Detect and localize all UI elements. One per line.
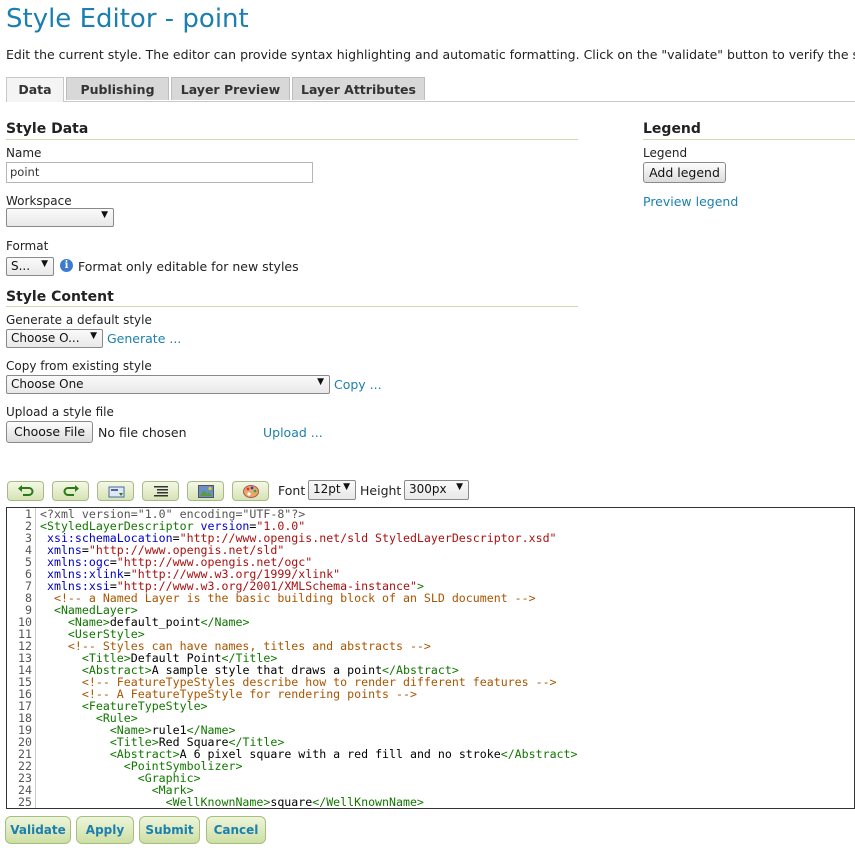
palette-icon (243, 485, 259, 498)
name-label: Name (6, 146, 42, 160)
tab-layer-attributes[interactable]: Layer Attributes (292, 77, 425, 100)
chevron-down-icon: ▼ (317, 377, 324, 387)
tab-publishing[interactable]: Publishing (66, 77, 169, 100)
generate-style-select[interactable]: Choose O... ▼ (6, 329, 103, 348)
chevron-down-icon: ▼ (41, 259, 48, 269)
chevron-down-icon: ▼ (456, 482, 463, 492)
chevron-down-icon: ▼ (101, 210, 108, 220)
section-divider (6, 139, 578, 140)
submit-button[interactable]: Submit (139, 816, 200, 844)
reindent-icon (154, 486, 168, 497)
code-line: <WellKnownName>square</WellKnownName> (40, 796, 578, 808)
line-number: 25 (18, 795, 32, 809)
page-title: Style Editor - point (6, 4, 249, 34)
format-select[interactable]: S... ▼ (6, 257, 54, 276)
upload-link[interactable]: Upload ... (263, 425, 323, 440)
page-description: Edit the current style. The editor can p… (6, 47, 855, 62)
image-button[interactable] (187, 481, 224, 501)
section-divider (6, 306, 578, 307)
search-replace-icon (108, 486, 125, 498)
height-label: Height (360, 483, 402, 498)
add-legend-button[interactable]: Add legend (643, 162, 726, 183)
undo-button[interactable] (7, 481, 44, 501)
line-number-gutter: 1 2 3 4 5 6 7 8 9 10 11 12 13 14 15 16 17 18 19 20 21 22 23 24 2… (7, 508, 36, 808)
font-label: Font (278, 483, 306, 498)
code-token: </Abstract> (500, 747, 578, 761)
font-size-select[interactable]: 12pt ▼ (308, 480, 356, 500)
redo-icon (63, 485, 79, 496)
height-value: 300px (409, 482, 447, 496)
font-size-value: 12pt (313, 482, 341, 496)
style-content-heading: Style Content (6, 289, 114, 305)
workspace-label: Workspace (6, 194, 72, 208)
redo-button[interactable] (52, 481, 89, 501)
copy-style-select[interactable]: Choose One ▼ (6, 375, 330, 394)
palette-button[interactable] (232, 481, 269, 501)
cancel-button[interactable]: Cancel (206, 816, 266, 844)
format-value: S... (11, 259, 31, 273)
chevron-down-icon: ▼ (90, 331, 97, 341)
legend-label: Legend (643, 146, 688, 160)
section-divider (643, 139, 855, 140)
workspace-select[interactable]: ▼ (6, 208, 114, 227)
upload-label: Upload a style file (6, 405, 114, 419)
format-note: Format only editable for new styles (78, 259, 299, 274)
search-replace-button[interactable] (97, 481, 134, 501)
generate-label: Generate a default style (6, 313, 152, 327)
info-icon: i (60, 259, 73, 272)
code-token: </Name> (200, 615, 250, 629)
apply-button[interactable]: Apply (76, 816, 134, 844)
legend-heading: Legend (643, 121, 701, 137)
code-content[interactable]: <?xml version="1.0" encoding="UTF-8"?> <S… (40, 508, 578, 808)
style-data-heading: Style Data (6, 121, 89, 137)
code-token: square (270, 795, 313, 809)
generate-link[interactable]: Generate ... (107, 331, 181, 346)
code-token: </WellKnownName> (312, 795, 424, 809)
code-token: <WellKnownName> (165, 795, 271, 809)
image-icon (198, 485, 214, 498)
preview-legend-link[interactable]: Preview legend (643, 194, 738, 209)
validate-button[interactable]: Validate (5, 816, 71, 844)
generate-style-value: Choose O... (11, 331, 80, 345)
choose-file-button[interactable]: Choose File (6, 421, 93, 443)
name-field[interactable]: point (6, 162, 313, 183)
copy-link[interactable]: Copy ... (334, 377, 382, 392)
tab-bar: Data Publishing Layer Preview Layer Attr… (6, 77, 855, 102)
no-file-text: No file chosen (98, 425, 187, 440)
height-select[interactable]: 300px ▼ (404, 480, 469, 500)
chevron-down-icon: ▼ (343, 482, 350, 492)
code-editor[interactable]: 1 2 3 4 5 6 7 8 9 10 11 12 13 14 15 16 17 18 19 20 21 22 23 24 2… (6, 507, 855, 809)
tab-data[interactable]: Data (6, 77, 64, 102)
format-label: Format (6, 239, 49, 253)
copy-label: Copy from existing style (6, 359, 152, 373)
copy-style-value: Choose One (11, 377, 84, 391)
undo-icon (18, 485, 34, 496)
tab-layer-preview[interactable]: Layer Preview (171, 77, 290, 100)
reindent-button[interactable] (142, 481, 179, 501)
